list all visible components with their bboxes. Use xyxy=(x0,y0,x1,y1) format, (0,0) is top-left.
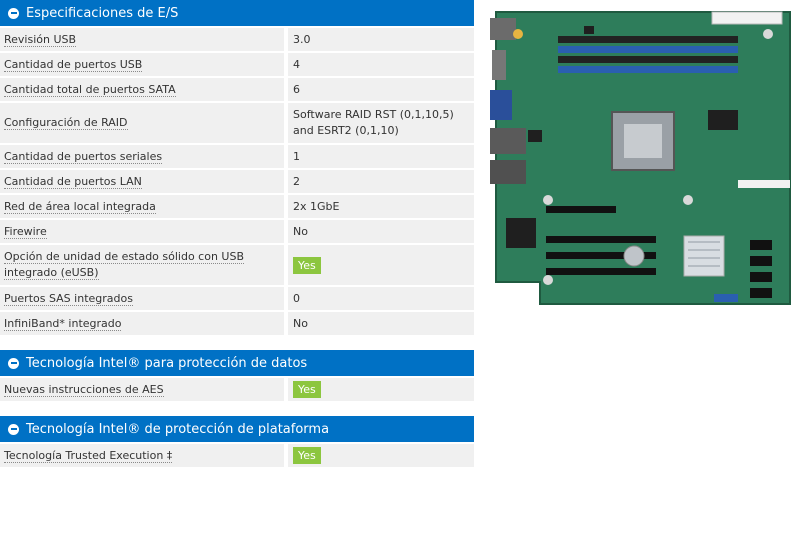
spec-table: Tecnología Trusted Execution ‡ Yes xyxy=(0,444,474,469)
spec-label[interactable]: Cantidad de puertos USB xyxy=(4,57,143,72)
table-row: Cantidad de puertos seriales 1 xyxy=(0,145,474,170)
section-platform-protection: Tecnología Intel® de protección de plata… xyxy=(0,416,474,469)
section-title: Tecnología Intel® de protección de plata… xyxy=(26,421,330,437)
yes-badge: Yes xyxy=(293,447,321,464)
spec-label[interactable]: Red de área local integrada xyxy=(4,199,156,214)
table-row: Firewire No xyxy=(0,220,474,245)
section-data-protection: Tecnología Intel® para protección de dat… xyxy=(0,350,474,403)
section-header-io[interactable]: Especificaciones de E/S xyxy=(0,0,474,26)
spec-label[interactable]: InfiniBand* integrado xyxy=(4,316,122,331)
spec-value: No xyxy=(288,312,474,337)
spec-table: Revisión USB 3.0 Cantidad de puertos USB… xyxy=(0,28,474,337)
spec-label[interactable]: Revisión USB xyxy=(4,32,77,47)
spec-label[interactable]: Cantidad total de puertos SATA xyxy=(4,82,176,97)
spec-value: 0 xyxy=(288,287,474,312)
table-row: Cantidad total de puertos SATA 6 xyxy=(0,78,474,103)
spec-label[interactable]: Nuevas instrucciones de AES xyxy=(4,382,164,397)
table-row: Red de área local integrada 2x 1GbE xyxy=(0,195,474,220)
table-row: Puertos SAS integrados 0 xyxy=(0,287,474,312)
section-io-specs: Especificaciones de E/S Revisión USB 3.0… xyxy=(0,0,474,337)
table-row: Configuración de RAID Software RAID RST … xyxy=(0,103,474,145)
motherboard-illustration xyxy=(490,11,791,305)
spec-value: 3.0 xyxy=(288,28,474,53)
spec-label[interactable]: Opción de unidad de estado sólido con US… xyxy=(4,250,245,280)
table-row: Revisión USB 3.0 xyxy=(0,28,474,53)
spec-label[interactable]: Puertos SAS integrados xyxy=(4,291,133,306)
spec-label[interactable]: Tecnología Trusted Execution ‡ xyxy=(4,448,173,463)
section-title: Especificaciones de E/S xyxy=(26,5,179,21)
spec-value: 2x 1GbE xyxy=(288,195,474,220)
spec-label[interactable]: Cantidad de puertos seriales xyxy=(4,149,163,164)
spec-value: 4 xyxy=(288,53,474,78)
table-row: Cantidad de puertos LAN 2 xyxy=(0,170,474,195)
yes-badge: Yes xyxy=(293,381,321,398)
collapse-minus-icon[interactable] xyxy=(8,7,19,19)
spec-value: 1 xyxy=(288,145,474,170)
spec-panel: Especificaciones de E/S Revisión USB 3.0… xyxy=(0,0,474,482)
table-row: Tecnología Trusted Execution ‡ Yes xyxy=(0,444,474,469)
spec-label[interactable]: Firewire xyxy=(4,224,47,239)
section-header-platform-protection[interactable]: Tecnología Intel® de protección de plata… xyxy=(0,416,474,442)
section-title: Tecnología Intel® para protección de dat… xyxy=(26,355,308,371)
spec-table: Nuevas instrucciones de AES Yes xyxy=(0,378,474,403)
section-header-data-protection[interactable]: Tecnología Intel® para protección de dat… xyxy=(0,350,474,376)
spec-label[interactable]: Configuración de RAID xyxy=(4,116,128,130)
spec-value: 2 xyxy=(288,170,474,195)
collapse-minus-icon[interactable] xyxy=(8,357,19,369)
table-row: Opción de unidad de estado sólido con US… xyxy=(0,245,474,287)
collapse-minus-icon[interactable] xyxy=(8,423,19,435)
yes-badge: Yes xyxy=(293,256,321,274)
table-row: Cantidad de puertos USB 4 xyxy=(0,53,474,78)
spec-value: Software RAID RST (0,1,10,5) and ESRT2 (… xyxy=(288,103,474,145)
table-row: Nuevas instrucciones de AES Yes xyxy=(0,378,474,403)
spec-value: 6 xyxy=(288,78,474,103)
spec-value: No xyxy=(288,220,474,245)
spec-label[interactable]: Cantidad de puertos LAN xyxy=(4,174,142,189)
motherboard-image xyxy=(488,10,794,308)
table-row: InfiniBand* integrado No xyxy=(0,312,474,337)
